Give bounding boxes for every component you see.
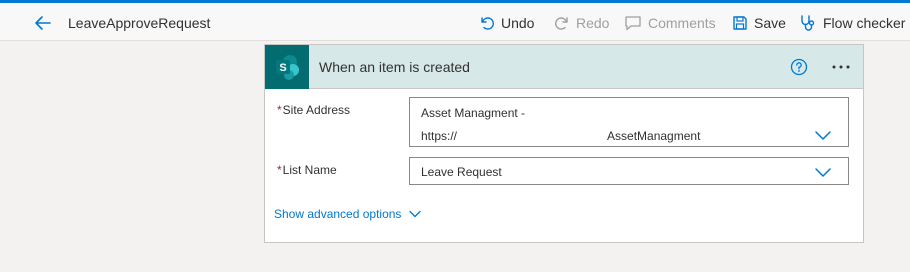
chevron-down-icon[interactable] — [814, 166, 832, 178]
redo-icon — [555, 17, 568, 30]
flow-title: LeaveApproveRequest — [68, 15, 211, 31]
sharepoint-icon: S — [265, 45, 309, 89]
undo-icon — [481, 17, 494, 30]
comment-icon — [625, 16, 641, 31]
redo-label: Redo — [576, 15, 610, 31]
site-address-label-text: Site Address — [282, 103, 351, 117]
list-name-label: *List Name — [277, 163, 337, 177]
comments-label: Comments — [648, 15, 716, 31]
stethoscope-icon — [801, 15, 815, 31]
flow-checker-label: Flow checker — [823, 15, 906, 31]
chevron-down-icon — [409, 210, 422, 218]
site-address-input[interactable]: Asset Managment - https:// AssetManagment — [409, 97, 849, 147]
site-address-label: *Site Address — [277, 103, 350, 117]
list-name-label-text: List Name — [282, 163, 337, 177]
help-icon[interactable] — [790, 58, 808, 76]
list-name-input[interactable]: Leave Request — [409, 157, 849, 185]
list-name-value: Leave Request — [421, 165, 502, 179]
chevron-down-icon[interactable] — [814, 129, 832, 141]
site-address-value-line2: https:// AssetManagment — [421, 129, 700, 143]
save-button[interactable]: Save — [732, 11, 786, 35]
back-arrow-icon[interactable] — [33, 13, 53, 33]
trigger-card-header[interactable]: S When an item is created — [265, 45, 863, 89]
more-options-icon[interactable] — [829, 57, 853, 77]
show-advanced-options-label: Show advanced options — [274, 207, 402, 221]
redo-button[interactable]: Redo — [554, 11, 609, 35]
undo-label: Undo — [501, 15, 535, 31]
save-label: Save — [754, 15, 786, 31]
site-address-url-suffix: AssetManagment — [607, 129, 701, 143]
flow-checker-button[interactable]: Flow checker — [799, 11, 905, 35]
comments-button[interactable]: Comments — [624, 11, 716, 35]
sharepoint-logo: S — [276, 55, 299, 80]
required-marker: * — [277, 163, 282, 177]
required-marker: * — [277, 103, 282, 117]
sharepoint-letter: S — [279, 62, 286, 74]
show-advanced-options-link[interactable]: Show advanced options — [274, 207, 422, 221]
save-icon — [733, 16, 747, 30]
undo-button[interactable]: Undo — [479, 11, 534, 35]
site-address-url-prefix: https:// — [421, 129, 458, 143]
designer-header: LeaveApproveRequest Undo Redo Comments S… — [0, 3, 910, 41]
trigger-title: When an item is created — [319, 59, 470, 75]
trigger-card: S When an item is created *Site Address … — [264, 44, 864, 243]
site-address-value-line1: Asset Managment - — [421, 106, 526, 120]
